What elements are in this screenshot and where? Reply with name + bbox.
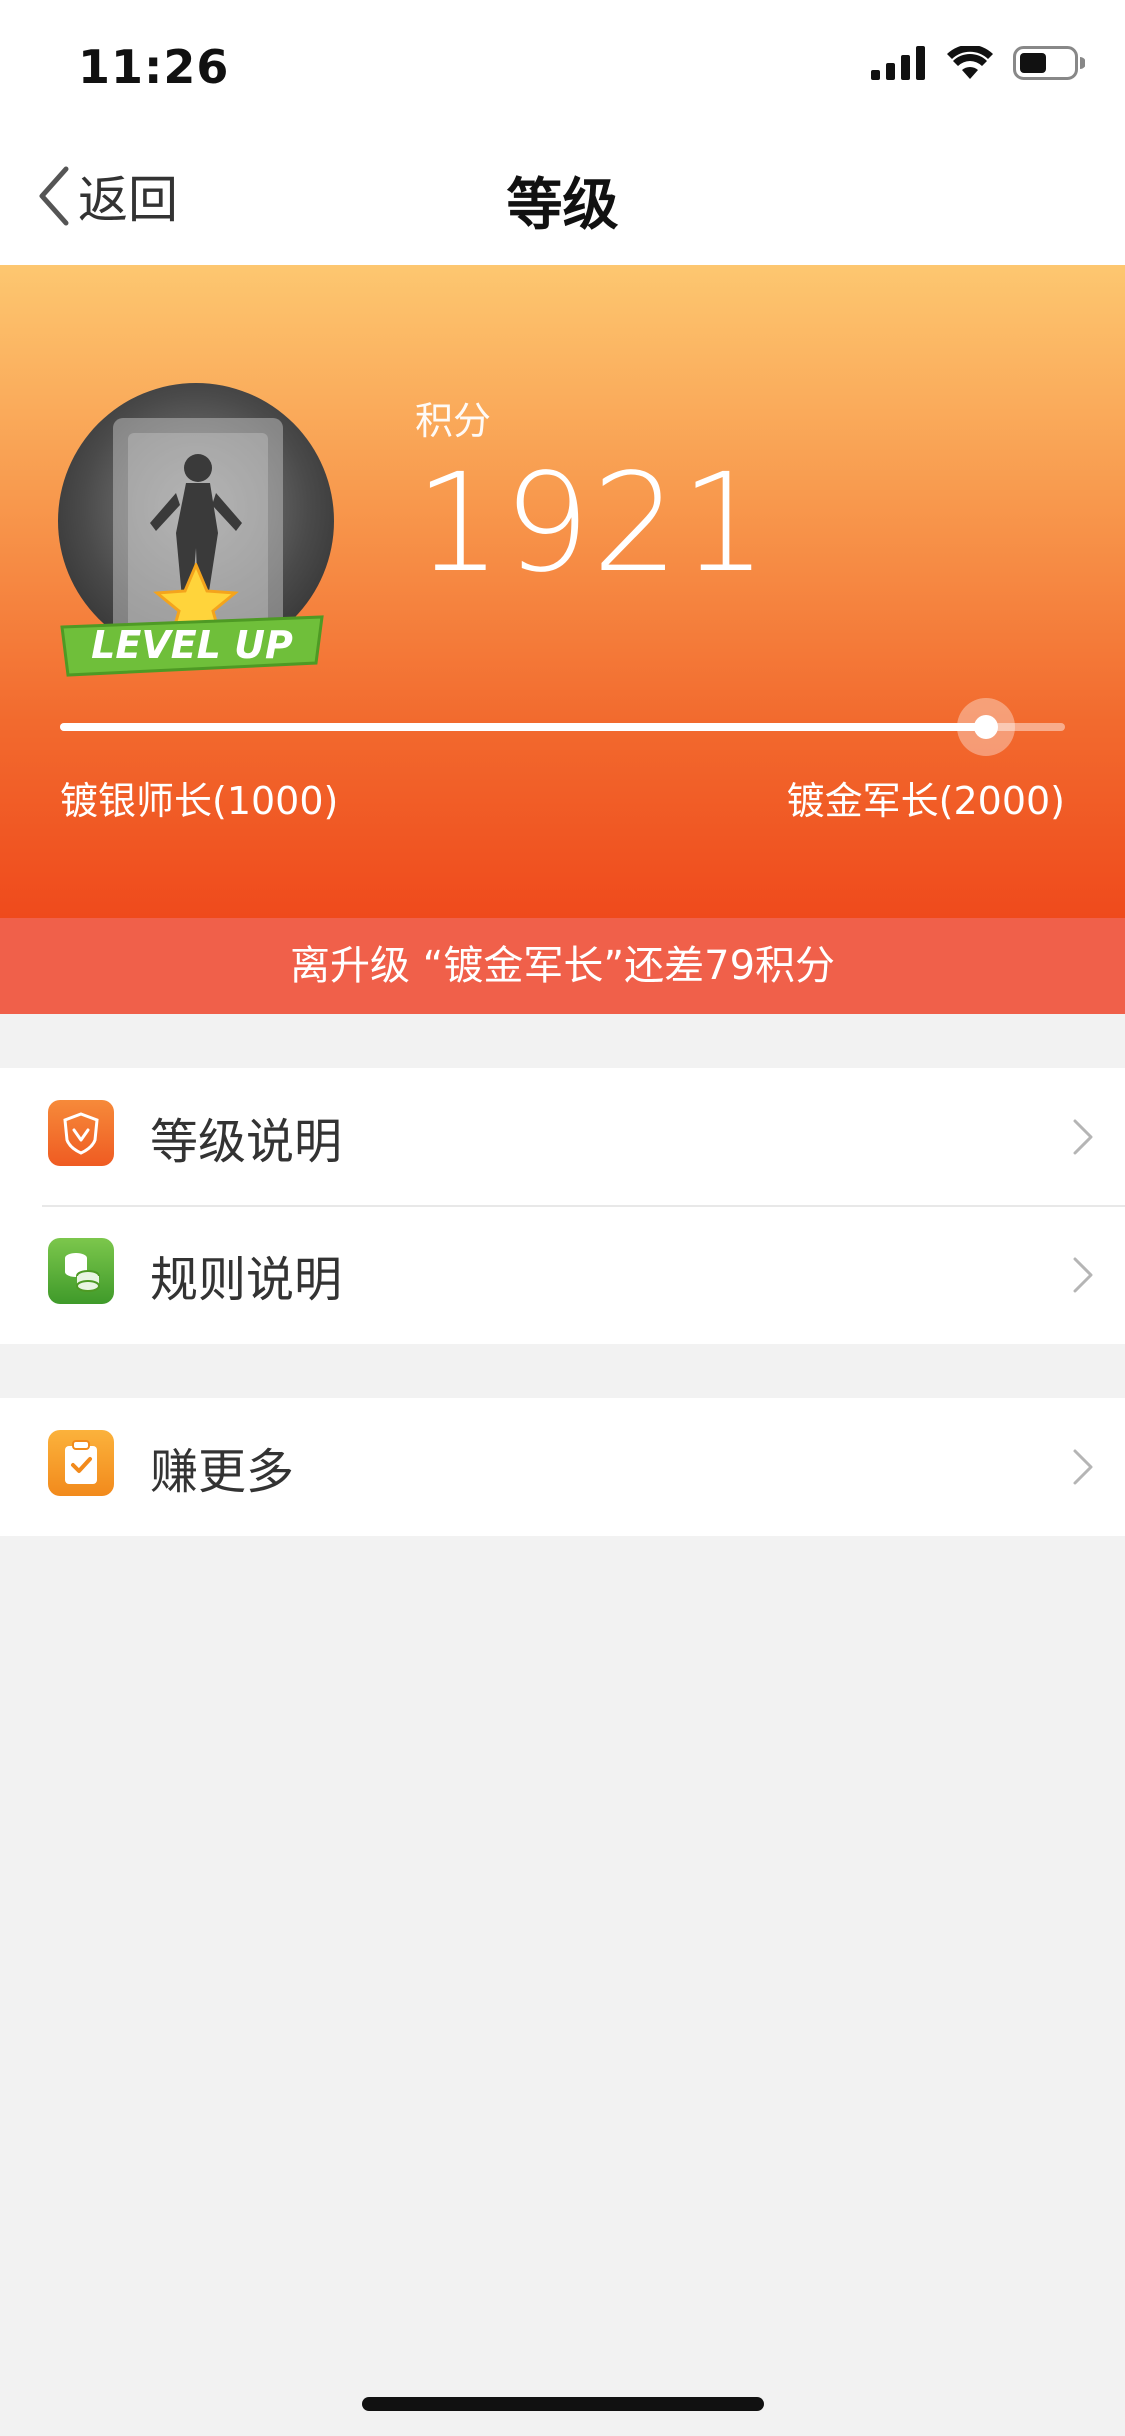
chevron-right-icon — [1073, 1119, 1093, 1155]
level-up-text: LEVEL UP — [91, 623, 293, 667]
coins-icon — [48, 1238, 114, 1304]
next-level-label: 镀金军长(2000) — [786, 779, 1065, 823]
status-icons — [871, 46, 1085, 80]
home-indicator[interactable] — [362, 2397, 764, 2411]
chevron-right-icon — [1073, 1257, 1093, 1293]
menu-item-level-description[interactable]: 等级说明 — [0, 1068, 1125, 1206]
nav-bar: 返回 等级 — [0, 130, 1125, 265]
menu-item-earn-more[interactable]: 赚更多 — [0, 1398, 1125, 1536]
progress-fill — [60, 723, 986, 731]
points-value: 1921 — [415, 445, 770, 603]
cellular-signal-icon — [871, 46, 925, 80]
menu-item-rules-description[interactable]: 规则说明 — [0, 1206, 1125, 1344]
shield-icon — [48, 1100, 114, 1166]
progress-knob — [956, 698, 1015, 756]
menu-item-label: 等级说明 — [150, 1114, 343, 1170]
status-bar: 11:26 — [0, 0, 1125, 130]
clipboard-check-icon — [48, 1430, 114, 1496]
wifi-icon — [947, 46, 993, 79]
level-progress-bar — [60, 698, 1065, 756]
avatar[interactable]: LEVEL UP — [58, 383, 338, 677]
menu-group-earn: 赚更多 — [0, 1398, 1125, 1536]
menu-group-info: 等级说明 规则说明 — [0, 1068, 1125, 1344]
battery-icon — [1013, 46, 1085, 80]
status-time: 11:26 — [78, 40, 230, 94]
upgrade-notice: 离升级 “镀金军长”还差79积分 — [0, 918, 1125, 1014]
level-header: LEVEL UP 积分 1921 镀银师长(1000) 镀金军长(2000) — [0, 265, 1125, 918]
chevron-right-icon — [1073, 1449, 1093, 1485]
points-label: 积分 — [415, 399, 492, 443]
menu-item-label: 规则说明 — [150, 1252, 343, 1308]
current-level-label: 镀银师长(1000) — [60, 779, 339, 823]
level-up-badge: LEVEL UP — [58, 613, 326, 679]
page-title: 等级 — [506, 173, 619, 238]
menu-item-label: 赚更多 — [150, 1444, 295, 1500]
